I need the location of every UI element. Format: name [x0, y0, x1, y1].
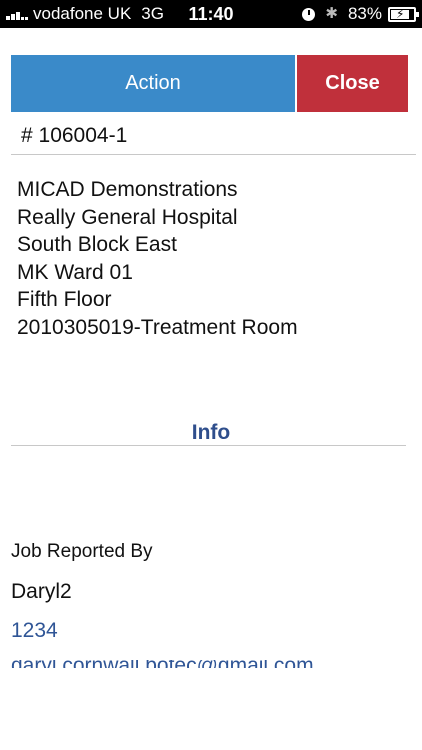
- charging-bolt-icon: ⚡: [396, 6, 405, 21]
- reported-by-phone-link[interactable]: 1234: [11, 619, 58, 643]
- status-right: ✱ 83% ⚡: [302, 0, 419, 28]
- alarm-clock-icon: [302, 7, 316, 21]
- battery-percent: 83%: [347, 4, 382, 23]
- divider: [11, 154, 416, 155]
- bluetooth-icon: ✱: [325, 5, 338, 22]
- battery-icon: ⚡: [388, 6, 419, 22]
- reported-by-email-clip: daryl.cornwall.botec@gmail.com: [11, 660, 411, 668]
- reported-by-label: Job Reported By: [11, 541, 153, 562]
- location-line-floor: Fifth Floor: [17, 288, 112, 311]
- location-line-site: MICAD Demonstrations: [17, 178, 238, 201]
- location-address: MICAD Demonstrations Really General Hosp…: [17, 176, 298, 341]
- info-section-title: Info: [191, 421, 231, 444]
- info-divider: [11, 445, 406, 446]
- location-line-ward: MK Ward 01: [17, 260, 133, 284]
- location-line-block: South Block East: [17, 233, 177, 256]
- reported-by-email-link[interactable]: daryl.cornwall.botec@gmail.com: [11, 660, 314, 668]
- status-bar: vodafone UK 3G 11:40 ✱ 83% ⚡: [0, 0, 422, 28]
- close-button[interactable]: Close: [297, 55, 408, 112]
- reported-by-name: Daryl2: [11, 580, 72, 603]
- location-line-building: Really General Hospital: [17, 205, 238, 229]
- action-button[interactable]: Action: [11, 55, 295, 112]
- job-number: # 106004-1: [21, 124, 128, 147]
- location-line-room: 2010305019-Treatment Room: [17, 315, 298, 339]
